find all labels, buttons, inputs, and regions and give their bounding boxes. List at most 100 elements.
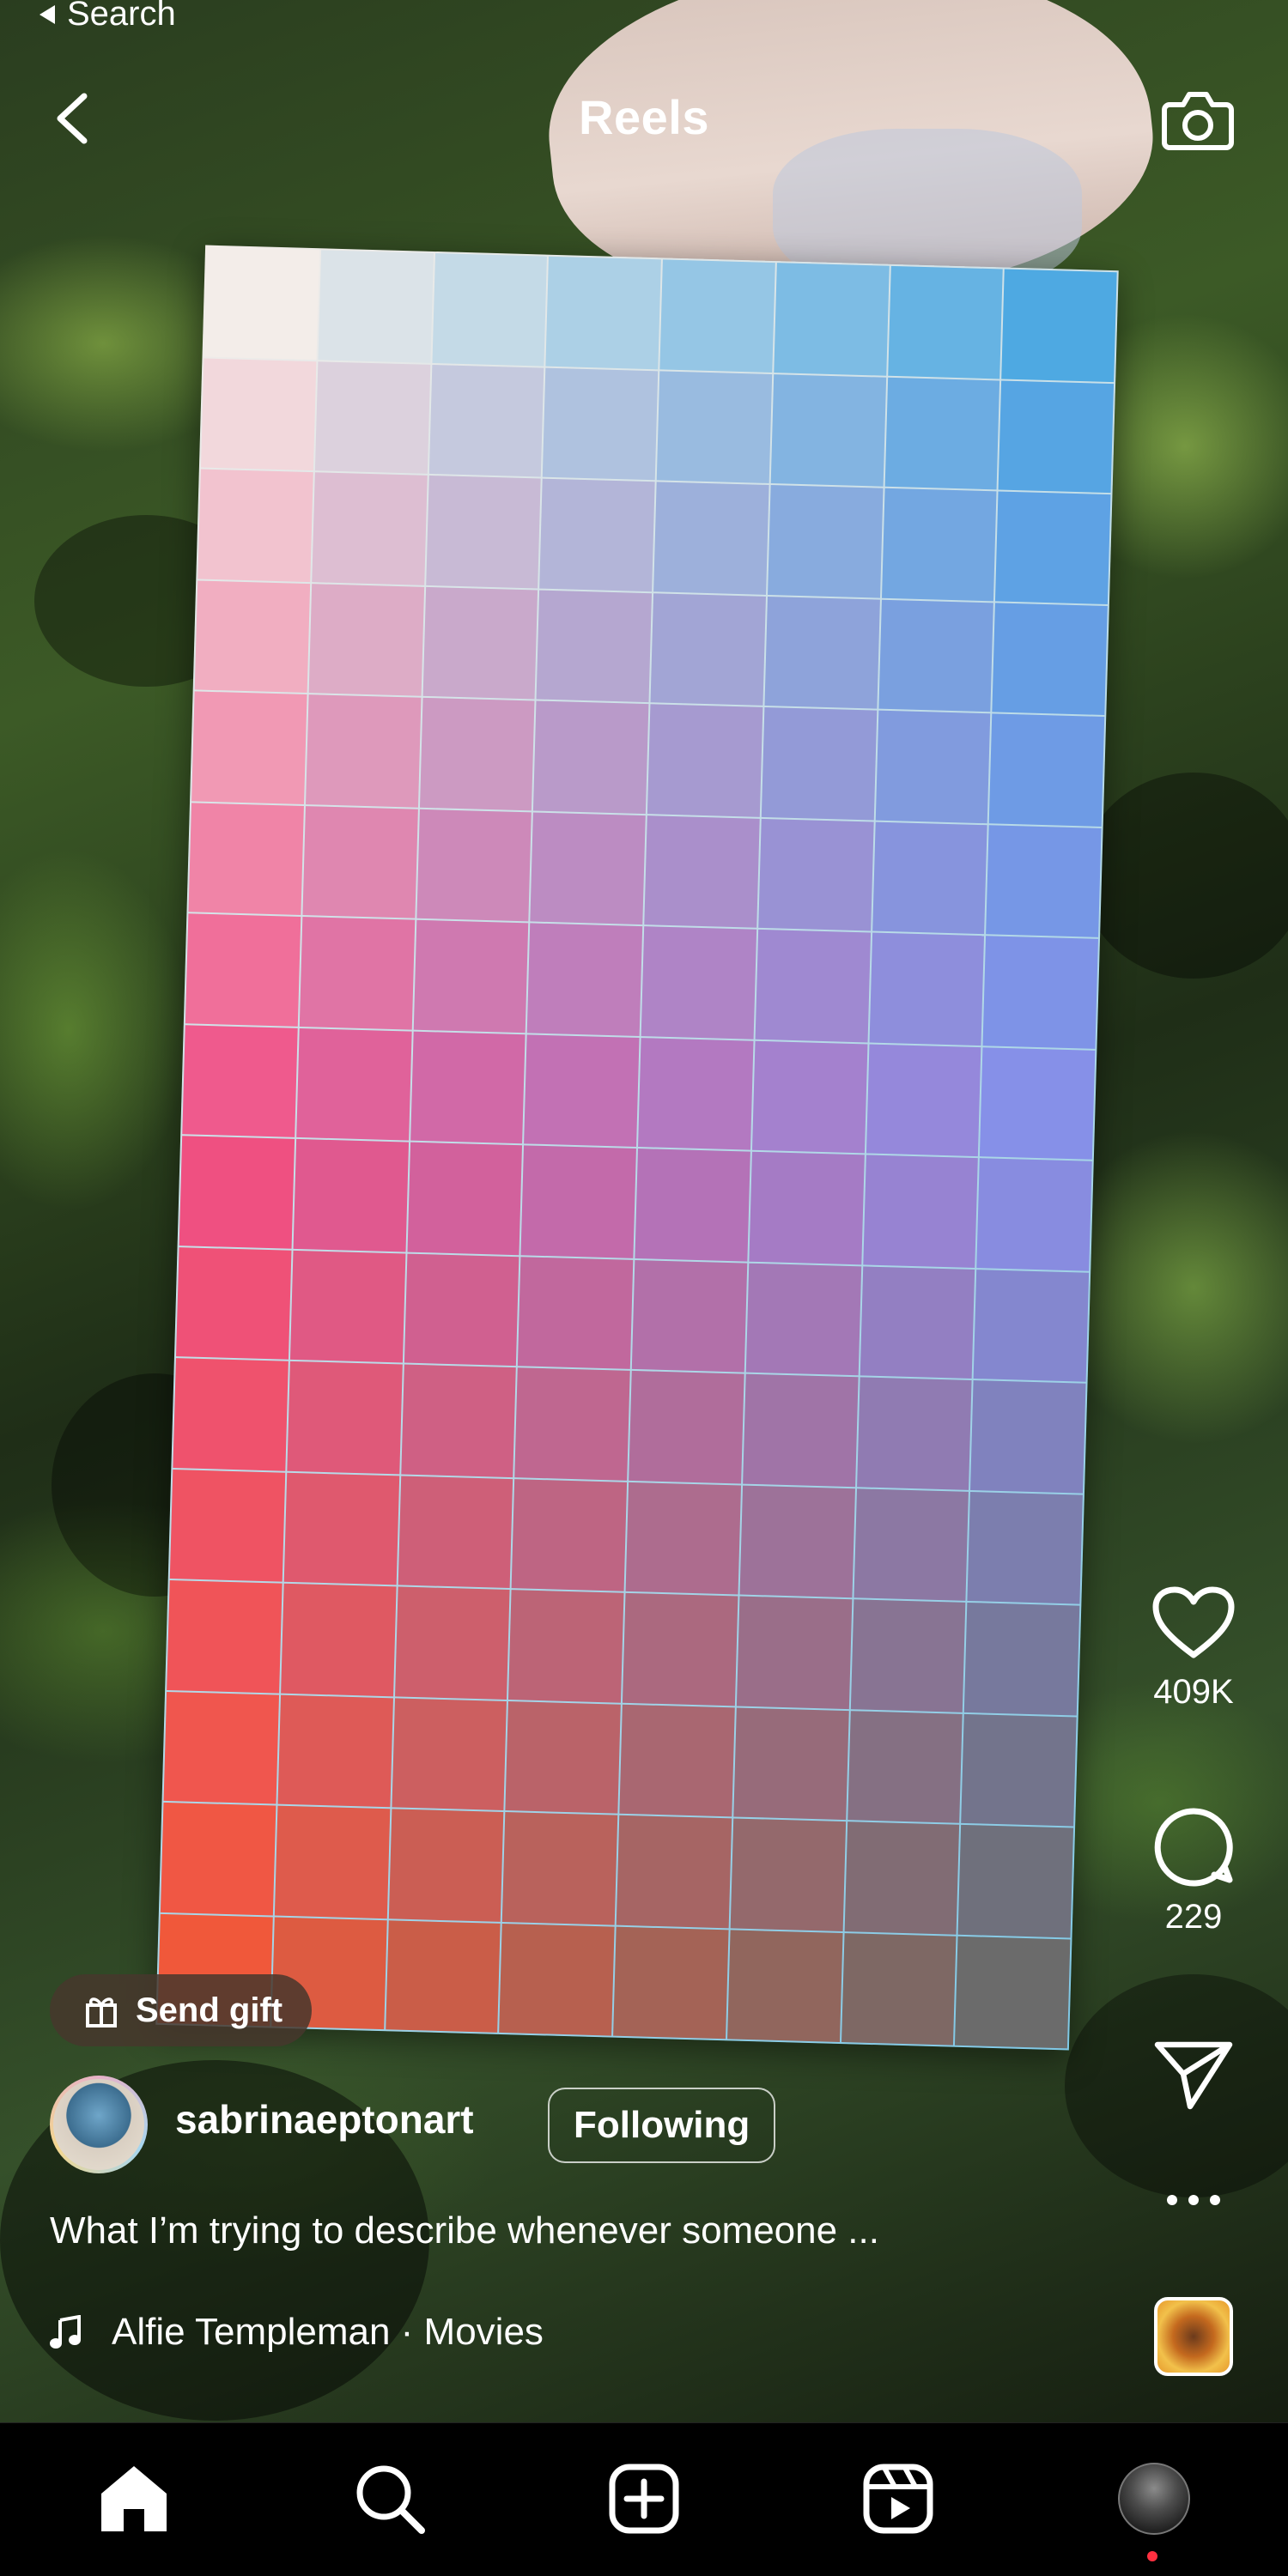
color-swatch — [980, 1046, 1096, 1160]
audio-track-label: Alfie Templeman · Movies — [112, 2311, 544, 2353]
color-swatch — [518, 1256, 634, 1369]
color-swatch — [844, 1821, 960, 1935]
color-swatch — [385, 1919, 501, 2033]
following-button[interactable]: Following — [548, 2088, 776, 2163]
color-swatch — [619, 1704, 735, 1817]
color-swatch — [305, 694, 422, 808]
color-swatch — [410, 1031, 526, 1144]
color-swatch — [543, 367, 659, 481]
color-swatch — [988, 713, 1105, 827]
color-swatch — [163, 1691, 279, 1804]
color-swatch — [625, 1482, 741, 1595]
reel-video[interactable] — [0, 0, 1288, 2422]
color-swatch — [638, 1037, 754, 1150]
color-swatch — [726, 1929, 843, 2042]
color-swatch — [191, 691, 307, 804]
color-swatch — [200, 358, 317, 471]
color-swatch — [314, 361, 430, 474]
reel-caption[interactable]: What I’m trying to describe whenever som… — [50, 2209, 879, 2252]
color-swatch — [188, 802, 304, 915]
camera-button[interactable] — [1161, 82, 1235, 156]
color-swatch — [613, 1926, 729, 2040]
color-swatch — [533, 700, 649, 814]
audio-track[interactable]: Alfie Templeman · Movies — [50, 2311, 544, 2354]
audio-album-thumbnail[interactable] — [1154, 2297, 1233, 2376]
nav-create[interactable] — [601, 2456, 687, 2542]
color-swatch — [428, 364, 544, 477]
color-swatch — [514, 1367, 630, 1481]
color-swatch — [853, 1488, 969, 1601]
more-options-button[interactable] — [1142, 2187, 1245, 2217]
color-swatch — [961, 1713, 1077, 1827]
color-swatch — [539, 478, 655, 591]
notification-dot — [1147, 2551, 1157, 2561]
color-swatch — [194, 579, 310, 694]
color-swatch — [283, 1472, 399, 1585]
color-swatch — [431, 253, 548, 367]
color-swatch — [751, 1040, 867, 1154]
comment-button[interactable]: 229 — [1142, 1801, 1245, 1937]
color-swatch — [197, 469, 313, 582]
camera-icon — [1162, 92, 1234, 150]
color-swatch — [505, 1700, 621, 1814]
nav-home[interactable] — [91, 2456, 177, 2542]
nav-reels[interactable] — [855, 2456, 941, 2542]
like-count: 409K — [1153, 1673, 1234, 1711]
color-swatch — [176, 1246, 292, 1360]
avatar-image — [53, 2079, 144, 2170]
color-swatch — [730, 1818, 846, 1931]
color-swatch — [416, 809, 532, 922]
color-swatch — [536, 590, 653, 703]
color-swatch — [841, 1932, 957, 2046]
color-swatch — [770, 373, 886, 487]
color-swatch — [526, 923, 643, 1036]
color-swatch — [755, 929, 871, 1042]
color-swatch — [872, 821, 987, 935]
color-swatch — [850, 1599, 966, 1712]
color-swatch — [391, 1697, 507, 1810]
color-swatch — [995, 491, 1111, 604]
color-swatch — [169, 1469, 286, 1582]
like-button[interactable]: 409K — [1142, 1585, 1245, 1712]
color-swatch — [739, 1485, 855, 1598]
color-swatch — [413, 919, 529, 1033]
nav-search[interactable] — [347, 2456, 433, 2542]
color-swatch — [992, 602, 1108, 716]
back-to-search[interactable]: Search — [39, 0, 176, 33]
color-swatch — [733, 1706, 849, 1821]
author-avatar[interactable] — [50, 2076, 148, 2173]
music-note-icon — [50, 2315, 81, 2349]
color-swatch — [774, 263, 890, 376]
color-swatch — [1001, 269, 1117, 382]
color-swatch — [308, 583, 424, 696]
reels-icon — [863, 2464, 933, 2534]
share-button[interactable] — [1142, 2038, 1245, 2116]
nav-profile[interactable] — [1111, 2456, 1197, 2542]
color-swatch — [312, 472, 428, 585]
color-swatch — [656, 370, 772, 483]
color-swatch — [404, 1253, 519, 1367]
color-swatch — [179, 1136, 295, 1249]
back-triangle-icon — [39, 4, 55, 24]
color-swatch — [986, 824, 1102, 937]
color-swatch — [757, 818, 874, 931]
color-swatch — [970, 1380, 1086, 1494]
color-swatch — [274, 1805, 390, 1918]
color-swatch — [545, 256, 661, 369]
color-swatch — [631, 1259, 748, 1373]
home-icon — [101, 2466, 167, 2531]
color-swatch — [887, 265, 1003, 379]
color-swatch — [520, 1145, 636, 1258]
color-swatch — [856, 1377, 972, 1490]
color-swatch — [764, 596, 880, 709]
color-swatch — [293, 1138, 409, 1252]
color-swatch — [511, 1478, 628, 1591]
color-swatch — [295, 1027, 412, 1141]
send-gift-button[interactable]: Send gift — [50, 1974, 313, 2046]
author-username[interactable]: sabrinaeptonart — [175, 2096, 474, 2143]
comment-icon — [1154, 1808, 1233, 1887]
color-swatch — [881, 488, 997, 601]
search-icon — [356, 2465, 425, 2534]
color-swatch — [749, 1151, 865, 1264]
color-swatch — [967, 1491, 1083, 1604]
